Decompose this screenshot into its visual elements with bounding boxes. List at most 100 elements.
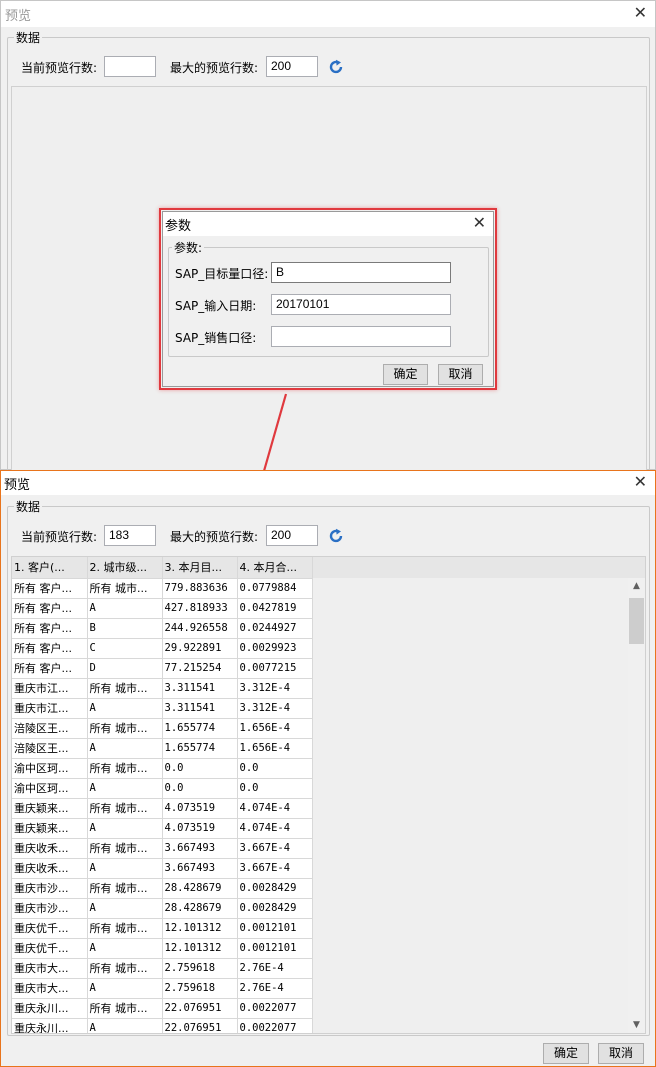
table-cell: 4.074E-4	[237, 818, 313, 839]
current-rows-input[interactable]	[104, 56, 156, 77]
table-row[interactable]: 重庆颖来... 所有 城市... 4.073519 4.074E-4	[12, 798, 313, 819]
scroll-thumb[interactable]	[629, 598, 644, 644]
table-cell: A	[87, 1018, 163, 1033]
data-grid: 1. 客户(... 2. 城市级... 3. 本月目... 4. 本月合... 所有 …	[11, 556, 646, 1034]
vertical-scrollbar[interactable]: ▲ ▼	[628, 578, 645, 1033]
ok-button[interactable]: 确定	[383, 364, 428, 385]
table-row[interactable]: 重庆市大... 所有 城市... 2.759618 2.76E-4	[12, 958, 313, 979]
titlebar: 预览 ✕	[1, 471, 655, 495]
table-cell: 0.0077215	[237, 658, 313, 679]
table-cell: 0.0	[162, 778, 238, 799]
table-row[interactable]: 重庆市大... A 2.759618 2.76E-4	[12, 978, 313, 999]
titlebar: 预览 ✕	[1, 1, 655, 27]
close-icon[interactable]: ✕	[634, 4, 647, 22]
table-cell: 涪陵区王...	[12, 718, 88, 739]
table-row[interactable]: 所有 客户... 所有 城市... 779.883636 0.0779884	[12, 578, 313, 599]
table-row[interactable]: 重庆永川... A 22.076951 0.0022077	[12, 1018, 313, 1033]
table-cell: 重庆市沙...	[12, 898, 88, 919]
refresh-icon[interactable]	[328, 59, 344, 75]
table-cell: 3.312E-4	[237, 698, 313, 719]
table-cell: A	[87, 698, 163, 719]
table-cell: 12.101312	[162, 938, 238, 959]
table-row[interactable]: 重庆颖来... A 4.073519 4.074E-4	[12, 818, 313, 839]
table-cell: 重庆优千...	[12, 938, 88, 959]
table-row[interactable]: 涪陵区王... A 1.655774 1.656E-4	[12, 738, 313, 759]
table-row[interactable]: 所有 客户... D 77.215254 0.0077215	[12, 658, 313, 679]
scroll-down-icon[interactable]: ▼	[628, 1017, 645, 1033]
table-row[interactable]: 重庆市江... A 3.311541 3.312E-4	[12, 698, 313, 719]
table-row[interactable]: 所有 客户... C 29.922891 0.0029923	[12, 638, 313, 659]
refresh-icon[interactable]	[328, 528, 344, 544]
table-cell: 0.0029923	[237, 638, 313, 659]
table-row[interactable]: 重庆市沙... A 28.428679 0.0028429	[12, 898, 313, 919]
cancel-button[interactable]: 取消	[438, 364, 483, 385]
table-row[interactable]: 涪陵区王... 所有 城市... 1.655774 1.656E-4	[12, 718, 313, 739]
table-cell: 779.883636	[162, 578, 238, 599]
table-cell: A	[87, 818, 163, 839]
column-header[interactable]: 3. 本月目...	[162, 557, 238, 579]
table-cell: 所有 客户...	[12, 658, 88, 679]
current-rows-input[interactable]: 183	[104, 525, 156, 546]
table-cell: 0.0028429	[237, 878, 313, 899]
table-row[interactable]: 渝中区珂... 所有 城市... 0.0 0.0	[12, 758, 313, 779]
table-row[interactable]: 重庆优千... A 12.101312 0.0012101	[12, 938, 313, 959]
current-rows-label: 当前预览行数:	[21, 530, 98, 544]
table-cell: A	[87, 598, 163, 619]
table-cell: D	[87, 658, 163, 679]
table-row[interactable]: 所有 客户... B 244.926558 0.0244927	[12, 618, 313, 639]
dialog-title: 参数	[165, 219, 192, 234]
table-row[interactable]: 重庆收禾... 所有 城市... 3.667493 3.667E-4	[12, 838, 313, 859]
table-row[interactable]: 重庆永川... 所有 城市... 22.076951 0.0022077	[12, 998, 313, 1019]
table-cell: 所有 客户...	[12, 638, 88, 659]
column-header[interactable]: 2. 城市级...	[87, 557, 163, 579]
column-header[interactable]: 1. 客户(...	[12, 557, 88, 579]
table-row[interactable]: 重庆市江... 所有 城市... 3.311541 3.312E-4	[12, 678, 313, 699]
table-cell: 所有 城市...	[87, 998, 163, 1019]
table-cell: 所有 客户...	[12, 598, 88, 619]
max-rows-input[interactable]: 200	[266, 525, 318, 546]
table-row[interactable]: 重庆市沙... 所有 城市... 28.428679 0.0028429	[12, 878, 313, 899]
ok-button[interactable]: 确定	[543, 1043, 589, 1064]
column-header[interactable]: 4. 本月合...	[237, 557, 313, 579]
table-cell: 所有 城市...	[87, 718, 163, 739]
table-cell: 28.428679	[162, 898, 238, 919]
table-cell: 1.656E-4	[237, 738, 313, 759]
table-cell: 3.311541	[162, 698, 238, 719]
table-cell: 3.667E-4	[237, 838, 313, 859]
table-cell: 所有 城市...	[87, 958, 163, 979]
table-row[interactable]: 重庆优千... 所有 城市... 12.101312 0.0012101	[12, 918, 313, 939]
table-cell: 涪陵区王...	[12, 738, 88, 759]
table-cell: 重庆颖来...	[12, 818, 88, 839]
table-cell: 2.76E-4	[237, 978, 313, 999]
group-label: 数据	[14, 498, 43, 515]
table-row[interactable]: 渝中区珂... A 0.0 0.0	[12, 778, 313, 799]
cancel-button[interactable]: 取消	[598, 1043, 644, 1064]
table-row[interactable]: 重庆收禾... A 3.667493 3.667E-4	[12, 858, 313, 879]
table-cell: 1.655774	[162, 738, 238, 759]
table-cell: 3.311541	[162, 678, 238, 699]
table-cell: 所有 客户...	[12, 578, 88, 599]
close-icon[interactable]: ✕	[634, 473, 647, 491]
table-cell: 0.0012101	[237, 938, 313, 959]
target-caliber-input[interactable]: B	[271, 262, 451, 283]
table-row[interactable]: 所有 客户... A 427.818933 0.0427819	[12, 598, 313, 619]
dialog-titlebar: 参数 ✕	[163, 212, 493, 236]
table-cell: 0.0028429	[237, 898, 313, 919]
close-icon[interactable]: ✕	[473, 214, 486, 232]
table-cell: 0.0012101	[237, 918, 313, 939]
table-cell: 3.312E-4	[237, 678, 313, 699]
scroll-up-icon[interactable]: ▲	[628, 578, 645, 595]
window-title: 预览	[5, 9, 32, 24]
table-cell: 重庆收禾...	[12, 838, 88, 859]
grid-table: 1. 客户(... 2. 城市级... 3. 本月目... 4. 本月合... 所有 …	[12, 557, 313, 1033]
table-cell: 3.667493	[162, 838, 238, 859]
table-cell: 所有 城市...	[87, 678, 163, 699]
group-label: 数据	[14, 29, 43, 46]
table-cell: 所有 城市...	[87, 578, 163, 599]
input-date-input[interactable]: 20170101	[271, 294, 451, 315]
max-rows-input[interactable]: 200	[266, 56, 318, 77]
table-cell: 重庆永川...	[12, 1018, 88, 1033]
table-cell: 3.667E-4	[237, 858, 313, 879]
sales-caliber-input[interactable]	[271, 326, 451, 347]
field-label-sales-caliber: SAP_销售口径:	[175, 331, 257, 345]
